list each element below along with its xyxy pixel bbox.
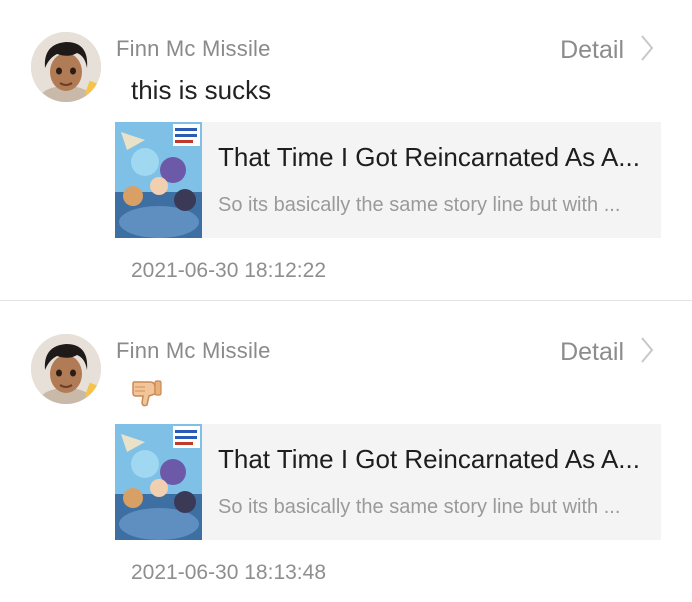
timestamp: 2021-06-30 18:13:48 — [131, 561, 326, 584]
novel-cover — [115, 424, 202, 540]
chevron-right-icon — [640, 34, 654, 67]
detail-link[interactable]: Detail — [560, 336, 654, 369]
feed-item: Finn Mc Missile Detail this is sucks Tha… — [0, 0, 692, 300]
novel-description: So its basically the same story line but… — [218, 496, 621, 518]
novel-card[interactable]: That Time I Got Reincarnated As A... So … — [115, 122, 661, 238]
divider — [0, 300, 692, 301]
novel-cover — [115, 122, 202, 238]
novel-title: That Time I Got Reincarnated As A... — [218, 142, 640, 172]
timestamp: 2021-06-30 18:12:22 — [131, 259, 326, 282]
novel-title: That Time I Got Reincarnated As A... — [218, 444, 640, 474]
thumbs-down-icon — [130, 376, 164, 410]
feed-item: Finn Mc Missile Detail That Time I Got R… — [0, 302, 692, 602]
novel-description: So its basically the same story line but… — [218, 194, 621, 216]
detail-label: Detail — [560, 338, 624, 366]
novel-card[interactable]: That Time I Got Reincarnated As A... So … — [115, 424, 661, 540]
username[interactable]: Finn Mc Missile — [116, 36, 271, 62]
avatar[interactable] — [31, 32, 101, 102]
detail-link[interactable]: Detail — [560, 34, 654, 67]
avatar-image — [31, 32, 101, 102]
avatar-image — [31, 334, 101, 404]
chevron-right-icon — [640, 336, 654, 369]
comment-text: this is sucks — [131, 75, 272, 105]
avatar[interactable] — [31, 334, 101, 404]
username[interactable]: Finn Mc Missile — [116, 338, 271, 364]
detail-label: Detail — [560, 36, 624, 64]
